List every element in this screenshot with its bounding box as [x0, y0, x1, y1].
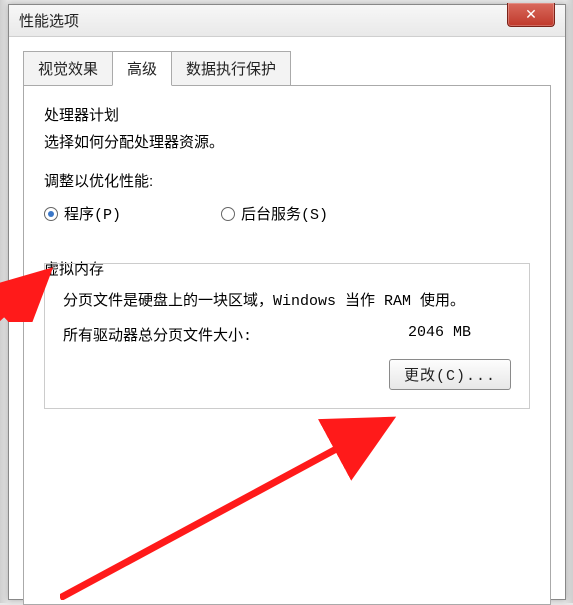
button-label: 更改(C)...	[404, 368, 496, 385]
adjust-label: 调整以优化性能:	[44, 170, 530, 191]
tab-strip: 视觉效果 高级 数据执行保护	[9, 37, 565, 85]
radio-icon	[221, 207, 235, 221]
radio-background-services[interactable]: 后台服务(S)	[221, 203, 328, 224]
radio-icon	[44, 207, 58, 221]
titlebar: 性能选项 ✕	[9, 5, 565, 37]
close-icon: ✕	[525, 6, 537, 23]
group-desc: 选择如何分配处理器资源。	[44, 131, 530, 152]
radio-label: 后台服务(S)	[241, 203, 328, 224]
virtual-memory-group: 虚拟内存 分页文件是硬盘上的一块区域，Windows 当作 RAM 使用。 所有…	[44, 258, 530, 409]
tab-dep[interactable]: 数据执行保护	[171, 51, 291, 85]
tab-label: 高级	[127, 61, 157, 78]
scheduling-radios: 程序(P) 后台服务(S)	[44, 203, 530, 224]
tab-label: 视觉效果	[38, 61, 98, 78]
tab-panel-advanced: 处理器计划 选择如何分配处理器资源。 调整以优化性能: 程序(P) 后台服务(S…	[23, 85, 551, 605]
tab-advanced[interactable]: 高级	[112, 51, 172, 86]
close-button[interactable]: ✕	[507, 3, 555, 27]
radio-label: 程序(P)	[64, 203, 121, 224]
group-title: 处理器计划	[44, 104, 530, 125]
vm-total-value: 2046 MB	[408, 324, 471, 345]
window-title: 性能选项	[19, 10, 79, 31]
tab-label: 数据执行保护	[186, 61, 276, 78]
tab-visual-effects[interactable]: 视觉效果	[23, 51, 113, 85]
virtual-memory-box: 分页文件是硬盘上的一块区域，Windows 当作 RAM 使用。 所有驱动器总分…	[44, 263, 530, 409]
performance-options-window: 性能选项 ✕ 视觉效果 高级 数据执行保护 处理器计划 选择如何分配处理器资源。…	[8, 4, 566, 600]
change-button[interactable]: 更改(C)...	[389, 359, 511, 390]
processor-scheduling-group: 处理器计划 选择如何分配处理器资源。 调整以优化性能: 程序(P) 后台服务(S…	[44, 104, 530, 224]
radio-programs[interactable]: 程序(P)	[44, 203, 121, 224]
vm-desc: 分页文件是硬盘上的一块区域，Windows 当作 RAM 使用。	[63, 290, 511, 314]
vm-total-label: 所有驱动器总分页文件大小:	[63, 324, 252, 345]
vm-total-row: 所有驱动器总分页文件大小: 2046 MB	[63, 324, 511, 345]
